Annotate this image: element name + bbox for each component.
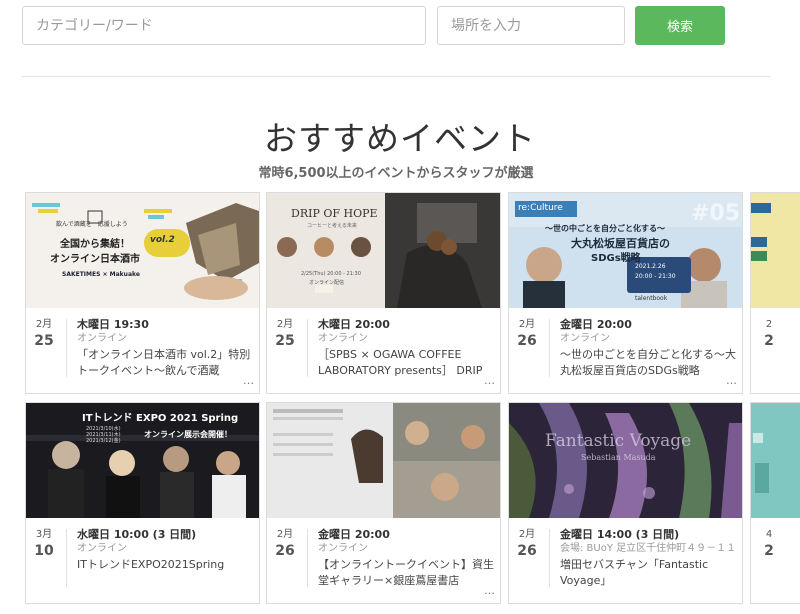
event-date: 3月 10 [34, 529, 54, 559]
event-datetime: 金曜日 14:00 (3 日間) [560, 528, 680, 541]
ellipsis: … [481, 374, 495, 387]
event-thumbnail [751, 403, 800, 518]
thumb-text: re:Culture [518, 203, 563, 213]
event-location: オンライン [77, 543, 127, 554]
search-bar: 検索 [22, 6, 782, 46]
event-date: 2月 26 [275, 529, 295, 559]
location-search-input[interactable] [437, 6, 625, 45]
event-info: 水曜日 10:00 (3 日間) オンライン ITトレンドEXPO2021Spr… [77, 528, 257, 589]
event-datetime: 金曜日 20:00 [318, 528, 390, 541]
event-info: 木曜日 19:30 オンライン 「オンライン日本酒市 vol.2」特別トークイベ… [77, 318, 257, 379]
thumb-text: オンライン展示会開催！ [144, 430, 232, 439]
event-date: 42 [764, 529, 774, 559]
ellipsis: … [723, 374, 737, 387]
event-date: 2月 26 [517, 529, 537, 559]
event-location: オンライン [77, 333, 127, 344]
event-card-partial[interactable]: 22 [750, 192, 800, 394]
event-datetime: 金曜日 20:00 [560, 318, 632, 331]
thumb-text: SAKETIMES × Makuake [62, 271, 140, 278]
thumb-text: vol.2 [150, 235, 175, 245]
section-title: おすすめイベント [264, 119, 536, 158]
event-card[interactable]: Fantastic Voyage Sebastian Masuda 2月 26 金… [508, 402, 743, 604]
thumb-text: SDGs戦略 [591, 253, 641, 264]
date-divider [66, 529, 67, 587]
thumb-text: 全国から集結！ [60, 239, 130, 250]
date-divider [307, 529, 308, 587]
thumb-text: 2021.2.26 [635, 263, 666, 270]
event-grid: 飲んで酒蔵を 応援しよう 全国から集結！ オンライン日本酒市 vol.2 SAK… [25, 192, 800, 614]
thumb-text: オンライン配信 [309, 280, 345, 286]
event-location: オンライン [318, 543, 368, 554]
event-title[interactable]: 増田セバスチャン「Fantastic Voyage」 [560, 557, 740, 589]
event-card[interactable]: DRIP OF HOPE コーヒーと考える未来 2/25(Thu) 20:00 … [266, 192, 501, 394]
thumb-text: Fantastic Voyage [545, 431, 692, 451]
date-divider [549, 529, 550, 587]
event-info: 金曜日 20:00 オンライン 〜世の中ごとを自分ごと化する〜大丸松坂屋百貨店の… [560, 318, 740, 379]
event-thumbnail: ITトレンド EXPO 2021 Spring 2021/3/10(水) 202… [26, 403, 259, 518]
keyword-search-input[interactable] [22, 6, 426, 45]
event-title[interactable]: 〜世の中ごとを自分ごと化する〜大丸松坂屋百貨店のSDGs戦略 [560, 347, 740, 379]
thumb-text: 2021/3/12(金) [86, 438, 121, 444]
ellipsis: … [481, 584, 495, 597]
ellipsis: … [240, 374, 254, 387]
event-date: 2月 25 [34, 319, 54, 349]
thumb-text: 2/25(Thu) 20:00 - 21:30 [301, 271, 361, 277]
event-thumbnail [267, 403, 500, 518]
event-thumbnail [751, 193, 800, 308]
date-divider [66, 319, 67, 377]
event-thumbnail: DRIP OF HOPE コーヒーと考える未来 2/25(Thu) 20:00 … [267, 193, 500, 308]
event-datetime: 水曜日 10:00 (3 日間) [77, 528, 197, 541]
event-thumbnail: 飲んで酒蔵を 応援しよう 全国から集結！ オンライン日本酒市 vol.2 SAK… [26, 193, 259, 308]
thumb-text: コーヒーと考える未来 [307, 223, 357, 229]
thumb-text: ITトレンド EXPO 2021 Spring [82, 413, 239, 424]
thumb-text: talentbook [635, 295, 668, 302]
section-divider [22, 76, 770, 77]
thumb-text: オンライン日本酒市 [50, 254, 140, 265]
event-card[interactable]: 飲んで酒蔵を 応援しよう 全国から集結！ オンライン日本酒市 vol.2 SAK… [25, 192, 260, 394]
event-thumbnail: re:Culture #05 〜世の中ごとを自分ごと化する〜 大丸松坂屋百貨店の… [509, 193, 742, 308]
thumb-text: #05 [691, 201, 741, 226]
section-subtitle: 常時6,500以上のイベントからスタッフが厳選 [258, 166, 534, 181]
event-thumbnail: Fantastic Voyage Sebastian Masuda [509, 403, 742, 518]
event-info: 木曜日 20:00 オンライン ［SPBS × OGAWA COFFEE LAB… [318, 318, 498, 379]
event-date: 2月 26 [517, 319, 537, 349]
event-info: 金曜日 14:00 (3 日間) 会場: BUoY 足立区千住仲町４９－１１ 増… [560, 528, 740, 589]
event-title[interactable]: 【オンライントークイベント】資生堂ギャラリー×銀座蔦屋書店 [318, 557, 498, 589]
event-title[interactable]: 「オンライン日本酒市 vol.2」特別トークイベント〜飲んで酒蔵 [77, 347, 257, 379]
event-title[interactable]: ITトレンドEXPO2021Spring [77, 557, 257, 589]
event-location: オンライン [318, 333, 368, 344]
date-divider [549, 319, 550, 377]
thumb-text: 20:00 - 21:30 [635, 273, 676, 280]
event-date: 22 [764, 319, 774, 349]
event-title[interactable]: ［SPBS × OGAWA COFFEE LABORATORY presents… [318, 347, 498, 379]
thumb-text: 飲んで酒蔵を 応援しよう [56, 221, 128, 228]
event-info: 金曜日 20:00 オンライン 【オンライントークイベント】資生堂ギャラリー×銀… [318, 528, 498, 589]
event-card[interactable]: re:Culture #05 〜世の中ごとを自分ごと化する〜 大丸松坂屋百貨店の… [508, 192, 743, 394]
event-datetime: 木曜日 20:00 [318, 318, 390, 331]
event-location: 会場: BUoY 足立区千住仲町４９－１１ [560, 543, 737, 554]
event-location: オンライン [560, 333, 610, 344]
event-card-partial[interactable]: 42 [750, 402, 800, 604]
thumb-text: Sebastian Masuda [581, 453, 656, 462]
event-card[interactable]: ITトレンド EXPO 2021 Spring 2021/3/10(水) 202… [25, 402, 260, 604]
thumb-text: DRIP OF HOPE [291, 207, 378, 220]
event-card[interactable]: 2月 26 金曜日 20:00 オンライン 【オンライントークイベント】資生堂ギャ… [266, 402, 501, 604]
search-button[interactable]: 検索 [635, 6, 725, 45]
date-divider [307, 319, 308, 377]
event-date: 2月 25 [275, 319, 295, 349]
event-datetime: 木曜日 19:30 [77, 318, 149, 331]
thumb-text: 〜世の中ごとを自分ごと化する〜 [545, 224, 665, 233]
